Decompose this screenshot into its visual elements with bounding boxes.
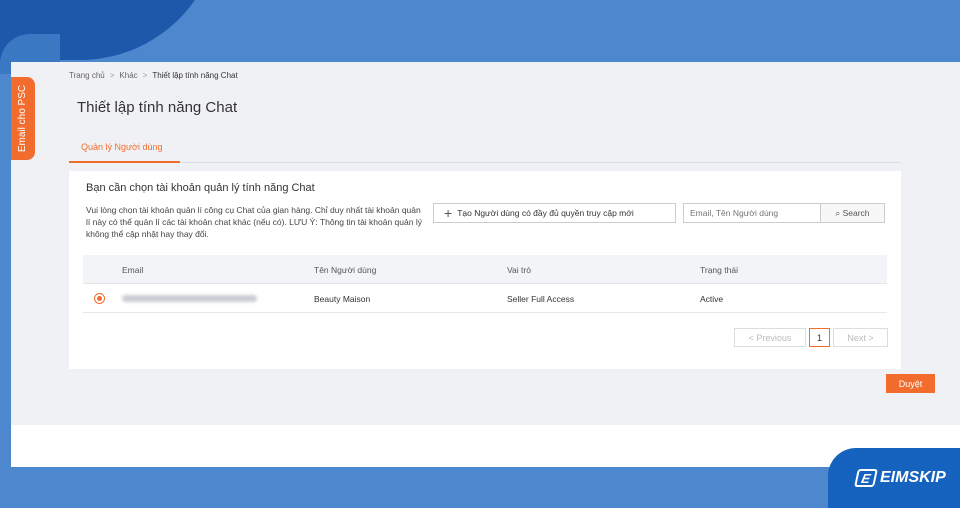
- tab-bar: Quản lý Người dùng: [69, 137, 901, 163]
- eimskip-logo: E EIMSKIP: [828, 448, 960, 508]
- app-screen: Email cho PSC Trang chủ > Khác > Thiết lập t…: [11, 62, 960, 467]
- breadcrumb-current: Thiết lập tính năng Chat: [152, 71, 238, 80]
- table-header: Email Tên Người dùng Vai trò Trạng thái: [83, 255, 887, 284]
- logo-e-icon: E: [854, 469, 878, 487]
- card-heading: Bạn cần chọn tài khoản quản lý tính năng…: [86, 182, 315, 194]
- page-title: Thiết lập tính năng Chat: [77, 99, 238, 116]
- row-radio[interactable]: [94, 293, 105, 304]
- tab-user-management[interactable]: Quản lý Người dùng: [69, 137, 180, 163]
- approve-button[interactable]: Duyệt: [886, 374, 935, 393]
- create-user-button[interactable]: + Tạo Người dùng có đầy đủ quyền truy cập…: [433, 203, 676, 223]
- create-user-label: Tạo Người dùng có đầy đủ quyền truy cập …: [457, 208, 634, 218]
- email-psc-tab[interactable]: Email cho PSC: [11, 77, 35, 160]
- card-description: Vui lòng chọn tài khoản quản lí công cụ …: [86, 205, 422, 239]
- cell-status: Active: [700, 294, 724, 304]
- search-icon: ⌕: [835, 207, 843, 218]
- search-input[interactable]: [684, 204, 821, 222]
- breadcrumb-other[interactable]: Khác: [119, 71, 137, 80]
- previous-button[interactable]: < Previous: [734, 328, 806, 347]
- next-button[interactable]: Next >: [833, 328, 888, 347]
- column-role: Vai trò: [507, 265, 531, 275]
- search-box: ⌕ Search: [683, 203, 885, 223]
- breadcrumb: Trang chủ > Khác > Thiết lập tính năng Chat: [69, 71, 238, 80]
- search-button[interactable]: ⌕ Search: [821, 204, 884, 222]
- table-row[interactable]: Beauty Maison Seller Full Access Active: [83, 284, 887, 313]
- side-tab-label: Email cho PSC: [17, 84, 29, 153]
- column-email: Email: [122, 265, 144, 275]
- content-card: Bạn cần chọn tài khoản quản lý tính năng…: [69, 171, 901, 369]
- breadcrumb-home[interactable]: Trang chủ: [69, 71, 105, 80]
- plus-icon: +: [444, 205, 453, 221]
- logo-text: EIMSKIP: [880, 469, 946, 486]
- column-status: Trạng thái: [700, 265, 738, 275]
- cell-username: Beauty Maison: [314, 294, 371, 304]
- cell-role: Seller Full Access: [507, 294, 575, 304]
- column-username: Tên Người dùng: [314, 265, 377, 275]
- blurred-email: [122, 295, 257, 302]
- page-1-button[interactable]: 1: [809, 328, 830, 347]
- footer-bar: [11, 425, 960, 467]
- search-button-label: Search: [842, 207, 870, 218]
